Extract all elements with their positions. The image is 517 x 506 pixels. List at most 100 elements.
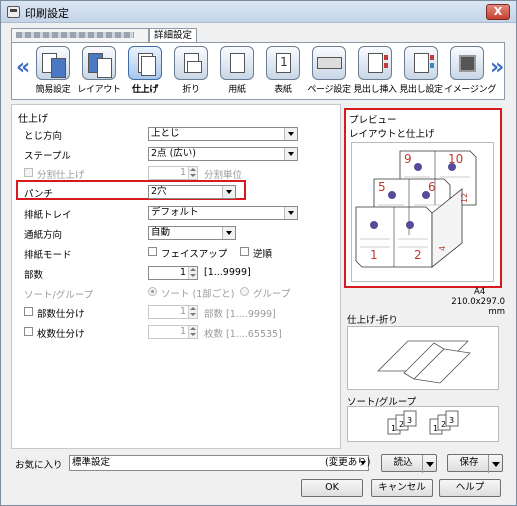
set-split-label: 部数仕分け <box>37 309 85 320</box>
split-count-value: 1 <box>179 167 186 178</box>
preview-page-number: 12 <box>460 193 469 203</box>
ribbon-item-label: 仕上げ <box>131 85 159 95</box>
copies-stepper[interactable]: 1 <box>148 266 198 280</box>
save-button-label: 保存 <box>459 457 479 468</box>
set-split-value: 1 <box>179 306 186 317</box>
load-button[interactable]: 読込 <box>381 454 437 473</box>
sort-stack-number: 3 <box>407 416 412 425</box>
ribbon-item-tab-insert[interactable]: 見出し挿入 <box>352 46 398 95</box>
function-ribbon: « » 簡易設定 レイアウト 仕上げ 折り 用紙 1 表紙 ページ設定 見出し挿… <box>11 42 505 100</box>
output-tray-value: デフォルト <box>151 207 199 218</box>
imaging-icon <box>450 46 484 80</box>
copies-value: 1 <box>179 267 186 278</box>
staple-select[interactable]: 2点 (広い) <box>148 147 298 161</box>
group-label: グループ <box>253 289 291 300</box>
load-menu-arrow-icon[interactable] <box>422 455 436 473</box>
staple-value: 2点 (広い) <box>151 148 196 159</box>
chevron-down-icon <box>284 148 297 160</box>
group-radio[interactable] <box>240 287 249 296</box>
help-button[interactable]: ヘルプ <box>439 479 501 497</box>
quick-setup-icon <box>36 46 70 80</box>
binding-direction-select[interactable]: 上とじ <box>148 127 298 141</box>
split-count-stepper[interactable]: 1 <box>148 166 198 180</box>
fold-preview <box>347 326 499 390</box>
tab-settings-icon <box>404 46 438 80</box>
finishing-icon <box>128 46 162 80</box>
favorites-label: お気に入り <box>15 460 63 471</box>
set-split-unit: 部数 [1....9999] <box>204 309 276 320</box>
ribbon-scroll-right-arrow-icon[interactable]: » <box>490 57 504 79</box>
finishing-group-title: 仕上げ <box>18 114 48 125</box>
punch-select[interactable]: 2穴 <box>148 185 236 199</box>
sheet-split-label: 枚数仕分け <box>37 329 85 340</box>
ribbon-item-imaging[interactable]: イメージング <box>444 46 496 95</box>
preview-image: 9 10 5 6 1 2 12 4 <box>351 142 494 282</box>
stepper-arrows-icon <box>188 326 197 338</box>
title-bar: 印刷設定 X <box>1 1 516 23</box>
cover-icon: 1 <box>266 46 300 80</box>
window-title: 印刷設定 <box>25 7 69 20</box>
paper-size-name: A4 <box>474 287 486 297</box>
favorites-bar: お気に入り 標準設定 (変更あり) 読込 保存 <box>11 453 505 475</box>
chevron-down-icon <box>222 227 235 239</box>
staple-label: ステープル <box>24 151 71 162</box>
close-button[interactable]: X <box>486 4 510 20</box>
paper-path-select[interactable]: 自動 <box>148 226 236 240</box>
reverse-order-checkbox[interactable] <box>240 247 249 256</box>
load-button-label: 読込 <box>393 457 413 468</box>
face-up-checkbox[interactable] <box>148 247 157 256</box>
sort-group-label: ソート/グループ <box>24 290 94 301</box>
tab-insert-icon <box>358 46 392 80</box>
output-tray-select[interactable]: デフォルト <box>148 206 298 220</box>
fold-preview-title: 仕上げ-折り <box>347 315 398 326</box>
ribbon-item-label: 見出し挿入 <box>353 85 397 95</box>
save-button[interactable]: 保存 <box>447 454 503 473</box>
binding-direction-label: とじ方向 <box>24 131 63 142</box>
sort-stack-number: 1 <box>391 424 396 433</box>
punch-value: 2穴 <box>151 186 167 197</box>
sort-stack-number: 2 <box>399 420 404 429</box>
preview-page-number: 9 <box>404 152 412 166</box>
finishing-panel: 仕上げ とじ方向 上とじ ステープル 2点 (広い) 分割仕上げ 1 分割単位 … <box>11 104 341 449</box>
preview-page-number: 5 <box>378 180 386 194</box>
sheet-split-checkbox[interactable] <box>24 327 33 336</box>
ribbon-item-fold[interactable]: 折り <box>168 46 214 95</box>
tab-basic-label <box>16 32 134 38</box>
ok-button[interactable]: OK <box>301 479 363 497</box>
paper-path-value: 自動 <box>151 227 171 238</box>
preview-page-number: 10 <box>448 152 463 166</box>
ribbon-scroll-left-arrow-icon[interactable]: « <box>16 57 30 79</box>
ribbon-item-layout[interactable]: レイアウト <box>76 46 122 95</box>
layout-icon <box>82 46 116 80</box>
preview-title: プレビュー <box>349 115 397 126</box>
chevron-down-icon <box>284 128 297 140</box>
sort-stack-number: 1 <box>433 424 438 433</box>
punch-label: パンチ <box>24 189 53 200</box>
set-split-stepper[interactable]: 1 <box>148 305 198 319</box>
ribbon-item-tab-settings[interactable]: 見出し設定 <box>398 46 444 95</box>
sheet-split-value: 1 <box>179 326 186 337</box>
split-finishing-checkbox[interactable] <box>24 168 33 177</box>
paper-path-label: 通紙方向 <box>24 230 63 241</box>
output-mode-label: 排紙モード <box>24 250 72 261</box>
ribbon-item-cover[interactable]: 1 表紙 <box>260 46 306 95</box>
sort-radio[interactable] <box>148 287 157 296</box>
cancel-button[interactable]: キャンセル <box>371 479 433 497</box>
ribbon-item-quick-setup[interactable]: 簡易設定 <box>30 46 76 95</box>
set-split-checkbox[interactable] <box>24 307 33 316</box>
sheet-split-stepper[interactable]: 1 <box>148 325 198 339</box>
stepper-arrows-icon <box>188 267 197 279</box>
ribbon-item-finishing[interactable]: 仕上げ <box>122 46 168 95</box>
preview-page-number: 6 <box>428 180 436 194</box>
favorites-select[interactable]: 標準設定 (変更あり) <box>69 455 370 471</box>
tab-basic[interactable] <box>11 28 149 42</box>
save-menu-arrow-icon[interactable] <box>488 455 502 473</box>
ribbon-item-page-setup[interactable]: ページ設定 <box>306 46 352 95</box>
ribbon-item-paper[interactable]: 用紙 <box>214 46 260 95</box>
ribbon-item-label: 表紙 <box>274 85 292 95</box>
output-tray-label: 排紙トレイ <box>24 210 72 221</box>
split-unit-label: 分割単位 <box>204 170 243 181</box>
preview-subtitle: レイアウトと仕上げ <box>349 129 435 140</box>
tab-advanced[interactable]: 詳細設定 <box>149 28 198 43</box>
copies-range: [1...9999] <box>204 267 251 278</box>
